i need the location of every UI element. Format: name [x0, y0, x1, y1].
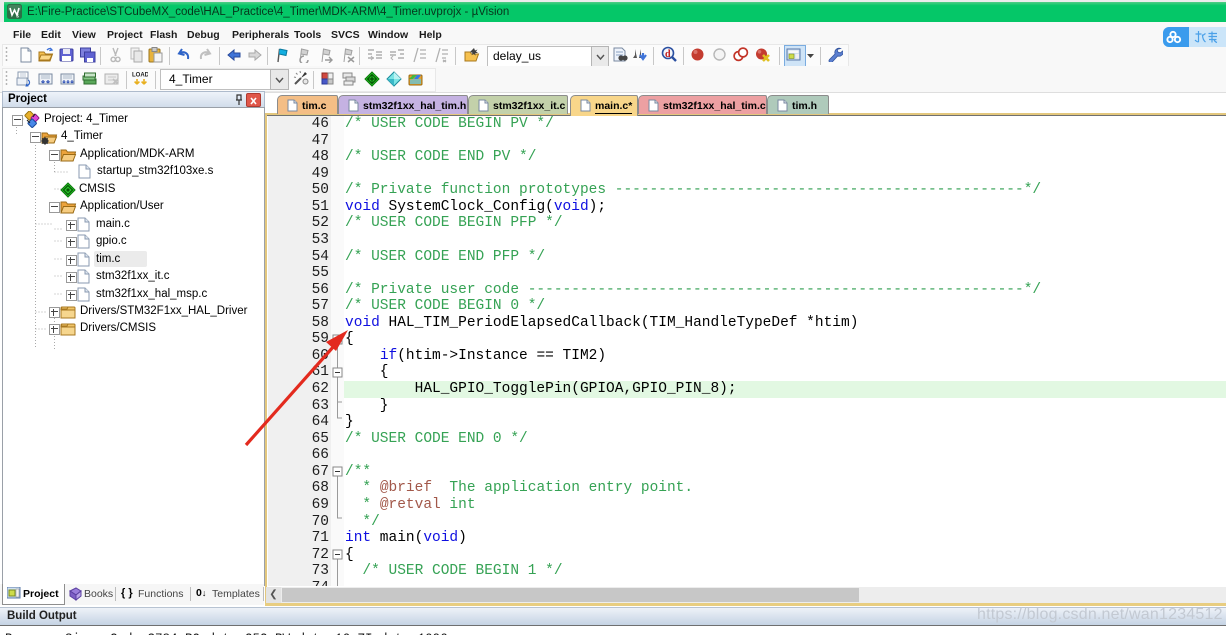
svg-text:d: d — [665, 49, 671, 60]
svg-text:s: s — [16, 14, 19, 20]
svg-text:LOAD: LOAD — [132, 73, 148, 79]
